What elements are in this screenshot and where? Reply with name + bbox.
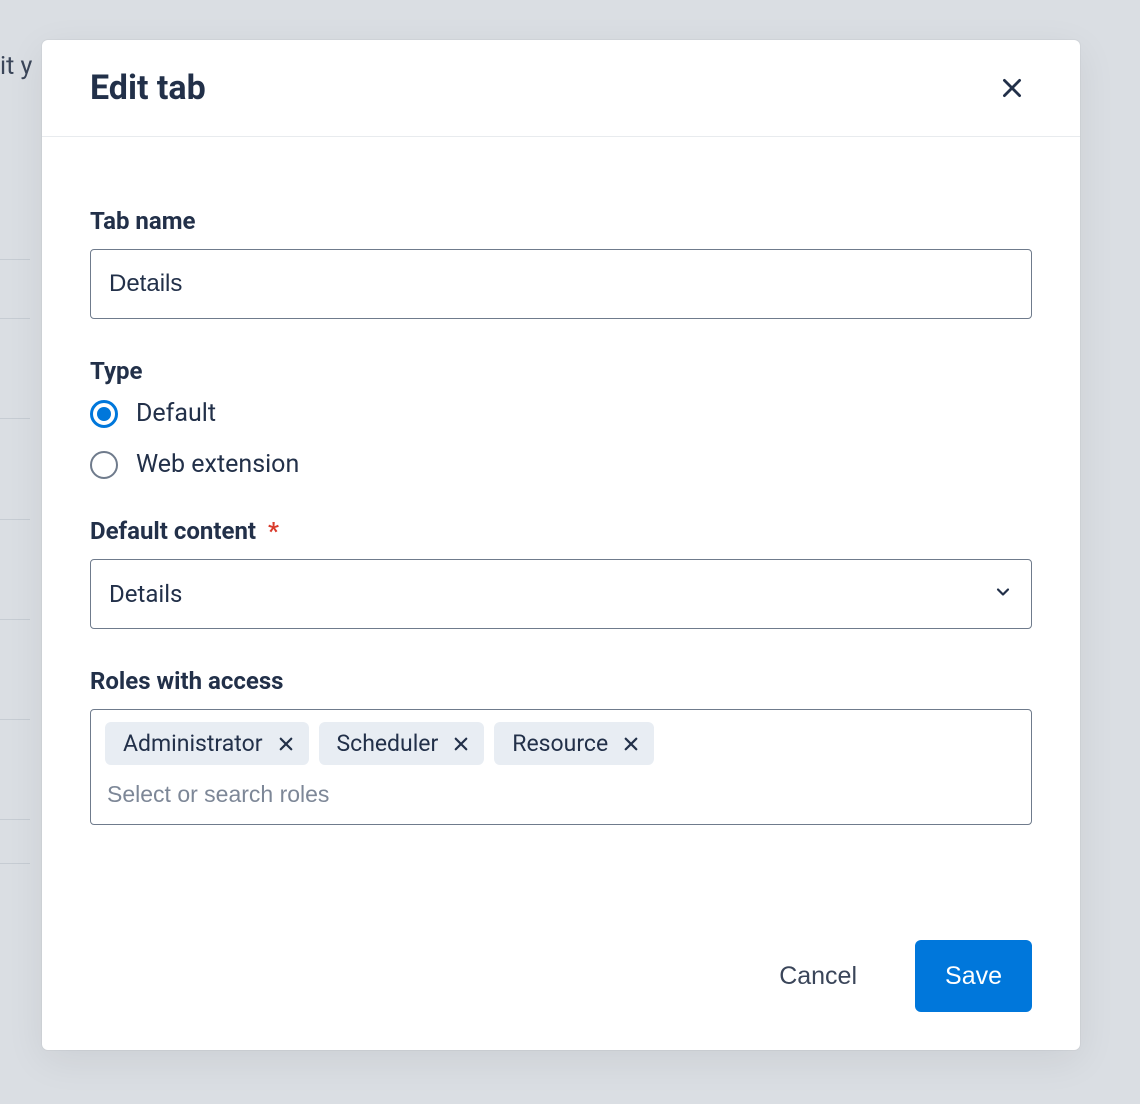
roles-chip-row: Administrator Scheduler Resource [105, 722, 1017, 765]
role-chip-label: Resource [512, 730, 608, 757]
role-chip-label: Scheduler [337, 730, 439, 757]
chevron-down-icon [993, 580, 1013, 608]
modal-title: Edit tab [90, 68, 206, 108]
bg-divider [0, 863, 30, 864]
radio-unselected-icon [90, 451, 118, 479]
role-chip-label: Administrator [123, 730, 263, 757]
tab-name-label: Tab name [90, 207, 1032, 235]
modal-header: Edit tab [42, 40, 1080, 137]
type-option-default[interactable]: Default [90, 399, 1032, 428]
type-label: Type [90, 357, 1032, 385]
bg-divider [0, 259, 30, 260]
edit-tab-modal: Edit tab Tab name Type Default Web exten… [42, 40, 1080, 1050]
roles-multiselect[interactable]: Administrator Scheduler Resource [90, 709, 1032, 825]
default-content-label-text: Default content [90, 517, 256, 545]
close-icon [452, 735, 470, 753]
background-text-fragment: it y [0, 52, 32, 81]
default-content-label: Default content * [90, 517, 1032, 545]
tab-name-field: Tab name [90, 207, 1032, 319]
roles-search-input[interactable] [105, 773, 1017, 814]
default-content-value: Details [109, 580, 182, 608]
bg-divider [0, 619, 30, 620]
save-button[interactable]: Save [915, 940, 1032, 1012]
required-asterisk: * [268, 517, 279, 545]
close-icon [622, 735, 640, 753]
role-chip-administrator: Administrator [105, 722, 309, 765]
type-option-web-extension-label: Web extension [136, 450, 299, 479]
close-icon [277, 735, 295, 753]
bg-divider [0, 519, 30, 520]
close-button[interactable] [992, 68, 1032, 108]
radio-selected-icon [90, 400, 118, 428]
modal-body: Tab name Type Default Web extension Defa… [42, 137, 1080, 940]
bg-divider [0, 819, 30, 820]
type-field: Type Default Web extension [90, 357, 1032, 479]
bg-divider [0, 418, 30, 419]
type-option-default-label: Default [136, 399, 216, 428]
roles-label: Roles with access [90, 667, 1032, 695]
remove-role-scheduler[interactable] [452, 735, 470, 753]
tab-name-input[interactable] [90, 249, 1032, 319]
type-option-web-extension[interactable]: Web extension [90, 450, 1032, 479]
remove-role-administrator[interactable] [277, 735, 295, 753]
bg-divider [0, 318, 30, 319]
bg-divider [0, 719, 30, 720]
role-chip-scheduler: Scheduler [319, 722, 485, 765]
modal-footer: Cancel Save [42, 940, 1080, 1050]
close-icon [999, 75, 1025, 101]
remove-role-resource[interactable] [622, 735, 640, 753]
default-content-select[interactable]: Details [90, 559, 1032, 629]
roles-field: Roles with access Administrator Schedule… [90, 667, 1032, 825]
cancel-button[interactable]: Cancel [749, 940, 887, 1012]
role-chip-resource: Resource [494, 722, 654, 765]
default-content-field: Default content * Details [90, 517, 1032, 629]
